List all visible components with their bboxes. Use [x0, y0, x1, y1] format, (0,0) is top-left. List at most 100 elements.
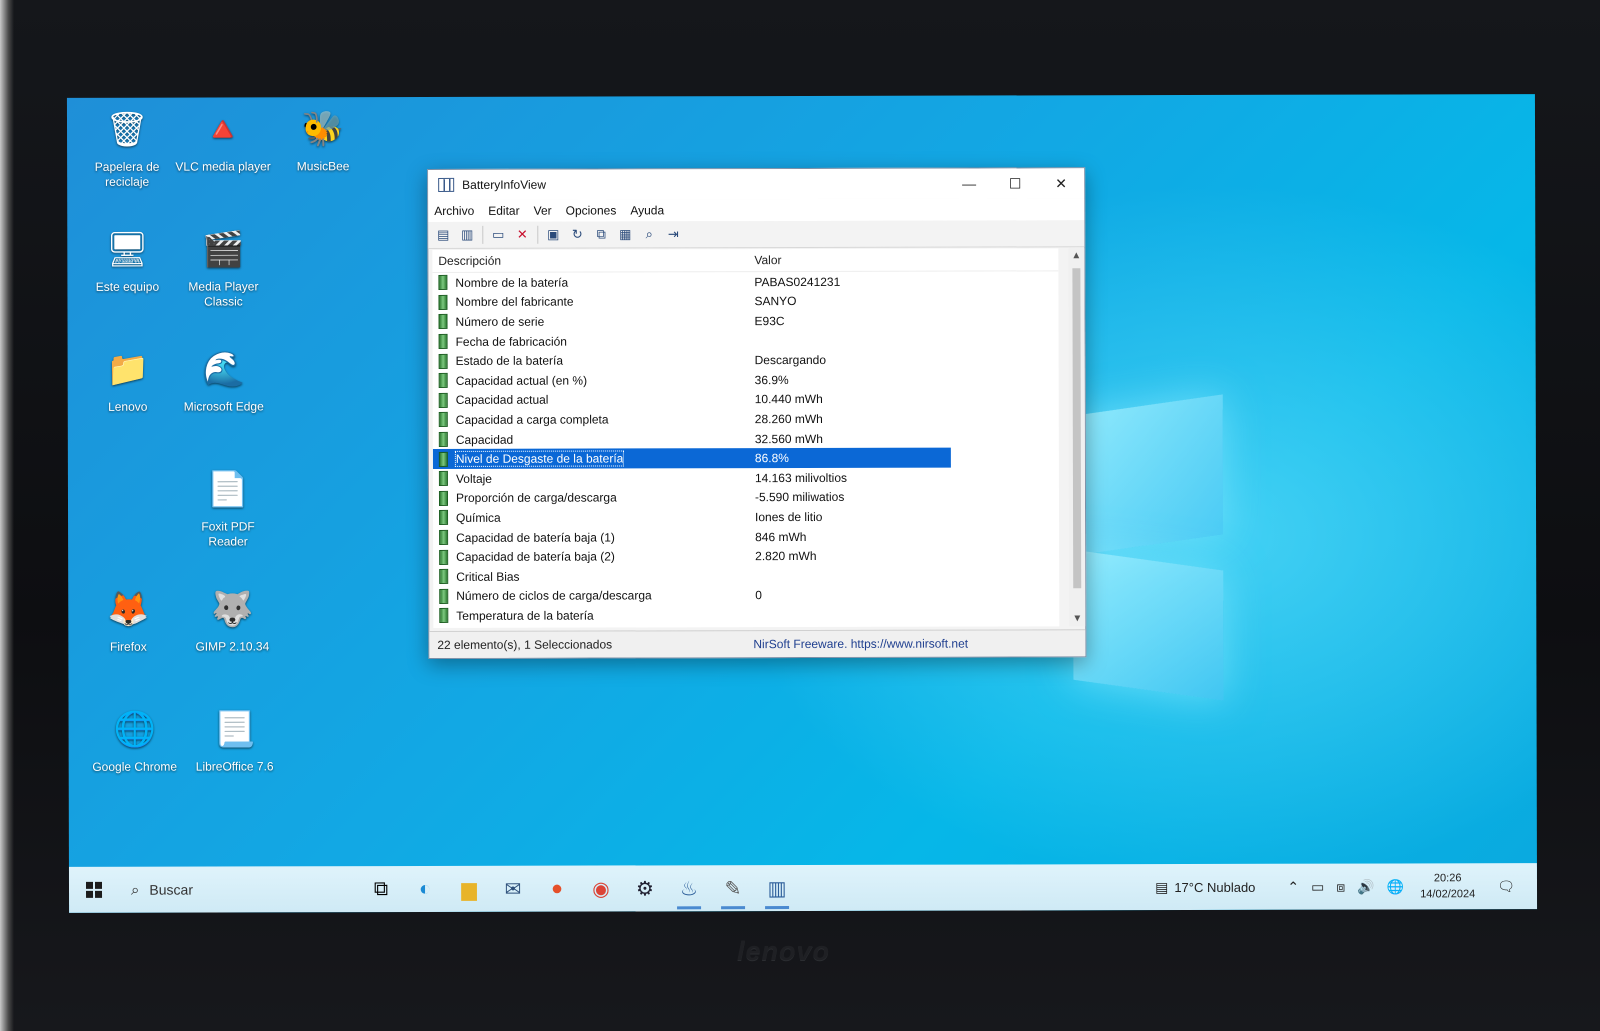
battery-item-icon [439, 510, 449, 526]
battery-icon[interactable]: ▭ [1311, 878, 1324, 895]
taskbar-chrome-icon[interactable]: ◉ [579, 865, 623, 911]
row-description-text: Critical Bias [456, 569, 520, 584]
menu-archivo[interactable]: Archivo [434, 204, 474, 218]
html-report-icon[interactable]: ▦ [616, 225, 634, 243]
desktop-icon-label: GIMP 2.10.34 [195, 639, 270, 654]
table-row[interactable]: Nombre del fabricante SANYO [432, 291, 1058, 312]
desktop-icon-7[interactable]: 🌊 Microsoft Edge [176, 345, 272, 414]
firefox-icon: 🦊 [107, 590, 150, 629]
taskbar-batteryinfoview-icon[interactable]: ▥ [755, 865, 799, 911]
nirsoft-link[interactable]: NirSoft Freeware. https://www.nirsoft.ne… [753, 637, 968, 652]
vertical-scrollbar[interactable]: ▲ ▼ [1068, 248, 1086, 627]
table-row[interactable]: Capacidad actual (en %) 36.9% [433, 369, 1059, 390]
clock-time: 20:26 [1433, 872, 1462, 885]
desktop-icon-3[interactable]: 🐝 MusicBee [275, 105, 371, 174]
menu-editar[interactable]: Editar [488, 204, 519, 218]
menu-opciones[interactable]: Opciones [566, 203, 617, 217]
row-description: Capacidad de batería baja (1) [433, 529, 751, 545]
table-row[interactable]: Estado de la batería Descargando [433, 350, 1059, 371]
exit-icon[interactable]: ⇥ [664, 225, 682, 243]
table-row[interactable]: Capacidad de batería baja (2) 2.820 mWh [433, 546, 1059, 567]
desktop-icon-11[interactable]: 🌐 Google Chrome [87, 706, 183, 775]
weather-widget[interactable]: ▤ 17°C Nublado [1149, 878, 1255, 895]
battery-info-icon[interactable]: ▤ [434, 226, 452, 244]
row-value: 846 mWh [755, 529, 807, 544]
find-icon[interactable]: ⌕ [640, 225, 658, 243]
network-icon[interactable]: ⧈ [1336, 878, 1345, 895]
maximize-icon: ☐ [1008, 174, 1022, 191]
close-button[interactable]: ✕ [1038, 168, 1084, 198]
battery-item-icon [438, 412, 448, 428]
desktop-icon-5[interactable]: 🎬 Media Player Classic [175, 225, 271, 309]
battery-item-icon [438, 392, 448, 408]
table-row[interactable]: Fecha de fabricación [433, 330, 1059, 351]
properties-icon[interactable]: ▭ [489, 226, 507, 244]
taskbar-search[interactable]: ⌕ Buscar [119, 866, 319, 913]
battery-item-icon [438, 373, 448, 389]
table-row[interactable]: Capacidad a carga completa 28.260 mWh [433, 408, 1059, 429]
minimize-button[interactable]: — [946, 169, 992, 199]
refresh-icon[interactable]: ↻ [568, 226, 586, 244]
table-row[interactable]: Capacidad actual 10.440 mWh [433, 389, 1059, 410]
clock[interactable]: 20:26 14/02/2024 [1420, 870, 1475, 902]
start-button[interactable] [69, 867, 119, 913]
taskbar-edge-icon[interactable]: ◐ [403, 866, 447, 912]
table-row[interactable]: Química Iones de litio [433, 506, 1059, 527]
desktop-icon-1[interactable]: 🗑 Papelera de reciclaje [79, 106, 175, 190]
table-row[interactable]: Critical Bias [433, 565, 1059, 586]
chevron-up-icon[interactable]: ⌃ [1287, 878, 1299, 895]
table-row[interactable]: Nombre de la batería PABAS0241231 [432, 271, 1058, 292]
title-bar[interactable]: BatteryInfoView — ☐ ✕ [428, 168, 1085, 200]
file-explorer-icon[interactable]: ▆ [447, 866, 491, 912]
column-descripcion[interactable]: Descripción [432, 253, 750, 268]
table-row[interactable]: Número de serie E93C [432, 311, 1058, 332]
menu-ayuda[interactable]: Ayuda [630, 203, 664, 217]
taskbar-firefox-icon[interactable]: ● [535, 866, 579, 912]
volume-icon[interactable]: 🔊 [1357, 878, 1374, 895]
table-row[interactable]: Capacidad de batería baja (1) 846 mWh [433, 526, 1059, 547]
list-header: Descripción Valor [432, 248, 1059, 273]
taskbar-app-icon[interactable]: ♨ [667, 865, 711, 911]
language-globe-icon[interactable]: 🌐 [1387, 878, 1404, 895]
table-row[interactable]: Voltaje 14.163 milivoltios [433, 467, 1059, 488]
maximize-button[interactable]: ☐ [992, 168, 1038, 198]
scroll-thumb[interactable] [1072, 268, 1082, 589]
copy-icon[interactable]: ⧉ [592, 226, 610, 244]
desktop-icon-4[interactable]: 🖥 Este equipo [79, 226, 175, 295]
scroll-up-icon[interactable]: ▲ [1068, 250, 1084, 261]
row-description: Capacidad a carga completa [433, 412, 751, 428]
row-description: Química [433, 510, 751, 526]
desktop-icon-9[interactable]: 🦊 Firefox [80, 586, 176, 655]
row-description-text: Capacidad [455, 432, 514, 447]
desktop-icon-12[interactable]: 📃 LibreOffice 7.6 [187, 705, 283, 774]
table-row[interactable]: Proporción de carga/descarga -5.590 miliw… [433, 487, 1059, 508]
row-description: Nombre de la batería [432, 274, 750, 291]
desktop-icon-label: VLC media player [175, 159, 271, 174]
row-description: Número de ciclos de carga/descarga [433, 588, 751, 604]
delete-icon[interactable]: ✕ [513, 226, 531, 244]
table-row[interactable]: Número de ciclos de carga/descarga 0 [433, 585, 1059, 606]
save-icon[interactable]: ▣ [544, 226, 562, 244]
battery-item-icon [438, 490, 449, 506]
windows-wallpaper-logo [1072, 365, 1314, 726]
desktop-icon-2[interactable]: 🔺 VLC media player [175, 105, 271, 174]
scroll-down-icon[interactable]: ▼ [1069, 613, 1085, 624]
batteryinfoview-window: BatteryInfoView — ☐ ✕ Archivo Editar Ver… [427, 167, 1087, 659]
mail-icon[interactable]: ✉ [491, 866, 535, 912]
column-valor[interactable]: Valor [750, 253, 781, 267]
menu-ver[interactable]: Ver [534, 204, 552, 218]
table-row[interactable]: Temperatura de la batería [433, 604, 1059, 625]
row-description-text: Estado de la batería [455, 353, 564, 369]
news-icon: ▤ [1155, 878, 1169, 895]
notifications-icon[interactable]: 🗨 [1497, 878, 1515, 895]
table-row[interactable]: Capacidad 32.560 mWh [433, 428, 1059, 449]
desktop-icon-6[interactable]: 📁 Lenovo [80, 346, 176, 415]
table-row[interactable]: Nivel de Desgaste de la batería 86.8% [432, 447, 951, 469]
desktop-icon-label: LibreOffice 7.6 [195, 759, 274, 774]
battery-log-icon[interactable]: ▥ [458, 226, 476, 244]
task-view-icon[interactable]: ⧉ [359, 866, 403, 912]
desktop-icon-8[interactable]: 📄 Foxit PDF Reader [180, 465, 276, 549]
taskbar-gimp-icon[interactable]: ✎ [711, 865, 755, 911]
desktop-icon-10[interactable]: 🐺 GIMP 2.10.34 [184, 585, 280, 654]
settings-gear-icon[interactable]: ⚙ [623, 865, 667, 911]
